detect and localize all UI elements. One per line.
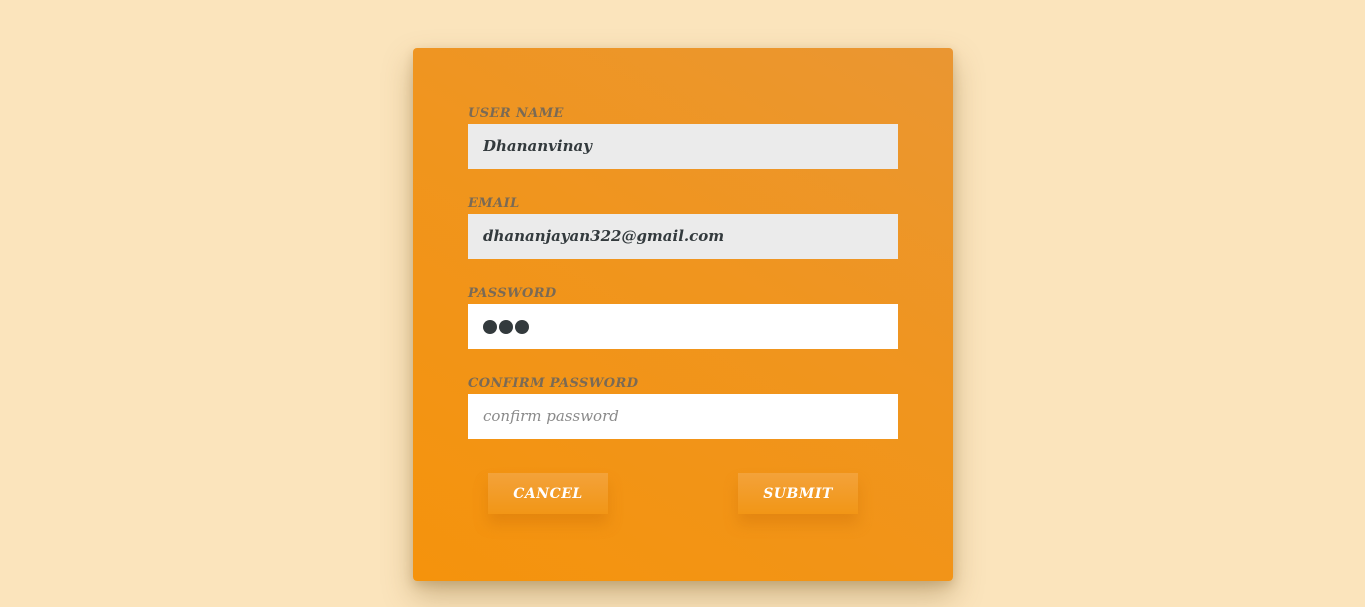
password-mask-dot	[499, 319, 513, 334]
password-field-group: PASSWORD	[468, 284, 898, 349]
username-field-group: USER NAME	[468, 104, 898, 169]
email-input[interactable]	[468, 214, 898, 259]
username-label: USER NAME	[468, 106, 564, 121]
username-input[interactable]	[468, 124, 898, 169]
password-label: PASSWORD	[468, 286, 557, 301]
cancel-button[interactable]: CANCEL	[488, 473, 608, 514]
password-input[interactable]	[468, 304, 898, 349]
email-field-group: EMAIL	[468, 194, 898, 259]
submit-button[interactable]: SUBMIT	[738, 473, 858, 514]
email-label: EMAIL	[468, 196, 520, 211]
password-mask-dot	[483, 319, 497, 334]
confirm-password-input[interactable]	[468, 394, 898, 439]
confirm-password-field-group: CONFIRM PASSWORD	[468, 374, 898, 439]
signup-form-card: USER NAME EMAIL PASSWORD CONFIRM PASSWOR…	[413, 48, 953, 581]
password-mask-dot	[515, 319, 529, 334]
confirm-password-label: CONFIRM PASSWORD	[468, 376, 639, 391]
